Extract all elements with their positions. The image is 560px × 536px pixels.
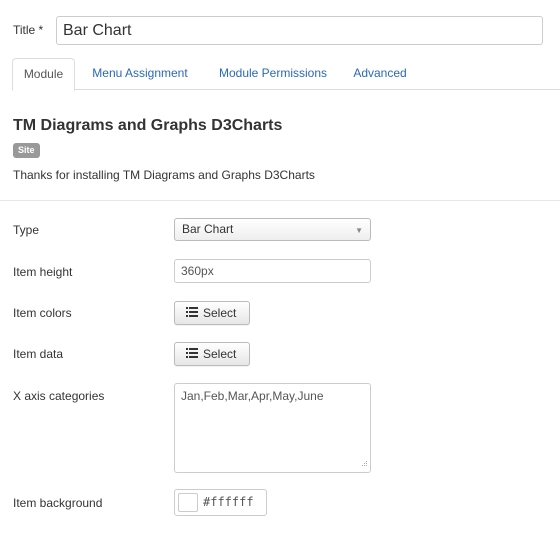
- item-height-input[interactable]: 360px: [174, 259, 371, 283]
- tab-advanced[interactable]: Advanced: [348, 58, 412, 90]
- type-select[interactable]: Bar Chart ▼: [174, 218, 371, 241]
- x-axis-categories-textarea[interactable]: Jan,Feb,Mar,Apr,May,June: [174, 383, 371, 473]
- color-swatch[interactable]: [178, 493, 198, 512]
- item-background-label: Item background: [13, 496, 103, 510]
- item-height-label: Item height: [13, 265, 73, 279]
- divider: [0, 200, 560, 201]
- module-description: Thanks for installing TM Diagrams and Gr…: [13, 168, 315, 182]
- title-input[interactable]: Bar Chart: [56, 16, 543, 45]
- site-badge: Site: [13, 143, 40, 158]
- tab-module-permissions[interactable]: Module Permissions: [206, 58, 340, 90]
- caret-down-icon: ▼: [355, 226, 363, 235]
- item-data-label: Item data: [13, 347, 64, 361]
- tab-bar: Module Menu Assignment Module Permission…: [12, 58, 560, 91]
- tab-menu-assignment[interactable]: Menu Assignment: [82, 58, 198, 90]
- item-data-select-button[interactable]: Select: [174, 342, 250, 366]
- item-colors-select-button[interactable]: Select: [174, 301, 250, 325]
- x-axis-categories-value: Jan,Feb,Mar,Apr,May,June: [181, 389, 324, 403]
- resize-handle-icon[interactable]: [360, 456, 368, 470]
- title-row: Title * Bar Chart: [13, 16, 543, 46]
- item-background-value: #ffffff: [203, 495, 254, 509]
- list-icon: [186, 302, 198, 324]
- item-background-color-field[interactable]: #ffffff: [174, 489, 267, 516]
- module-title: TM Diagrams and Graphs D3Charts: [13, 117, 283, 134]
- list-icon: [186, 343, 198, 365]
- item-colors-button-label: Select: [203, 306, 237, 320]
- x-axis-categories-label: X axis categories: [13, 389, 105, 403]
- item-colors-label: Item colors: [13, 306, 72, 320]
- item-data-button-label: Select: [203, 347, 237, 361]
- type-select-value: Bar Chart: [182, 222, 234, 236]
- tab-module[interactable]: Module: [12, 58, 75, 91]
- type-label: Type: [13, 223, 40, 237]
- title-label: Title *: [13, 23, 44, 37]
